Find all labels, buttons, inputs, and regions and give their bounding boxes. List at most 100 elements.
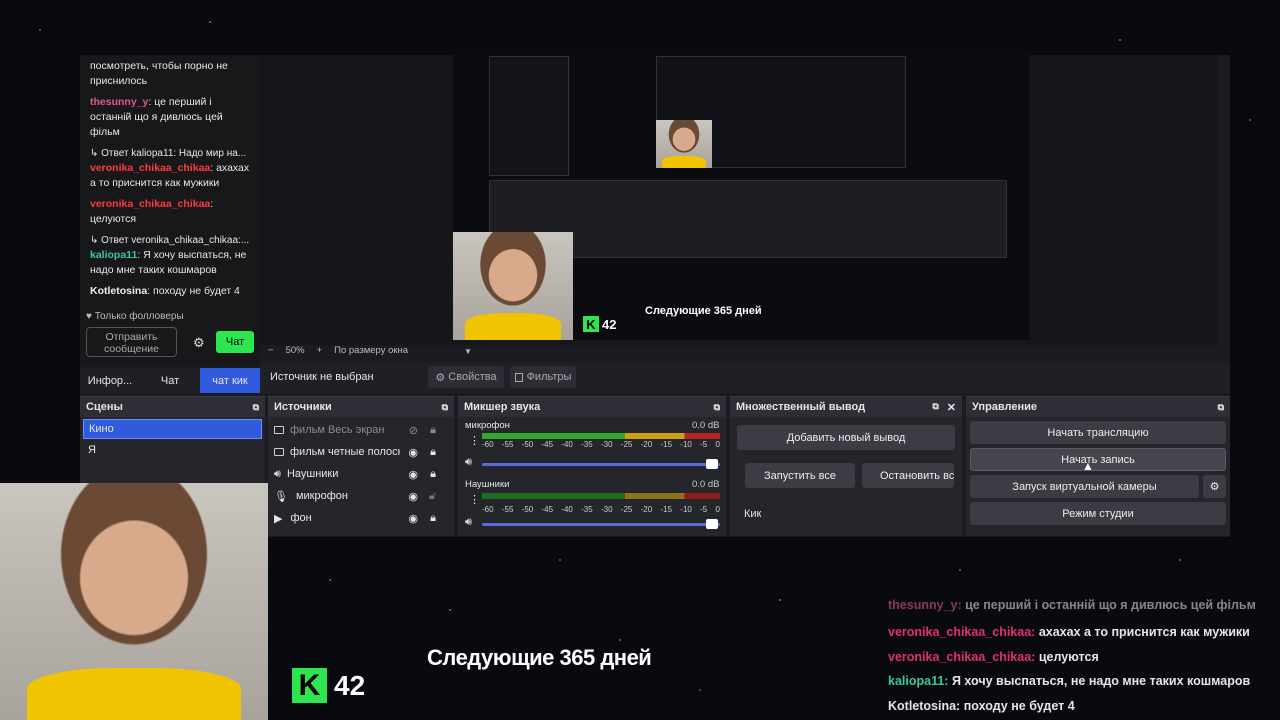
channel-db: 0.0 dB bbox=[692, 420, 720, 431]
fit-select[interactable]: По размеру окна bbox=[334, 345, 408, 356]
start-record-button[interactable]: Начать запись bbox=[970, 448, 1226, 471]
popout-icon[interactable]: ⧉ bbox=[253, 402, 259, 413]
zoom-in-button[interactable]: + bbox=[317, 345, 323, 356]
start-stream-button[interactable]: Начать трансляцию bbox=[970, 421, 1226, 444]
sources-title: Источники bbox=[274, 401, 332, 413]
kick-output-label: Кик bbox=[744, 508, 762, 520]
kick-logo-icon: K bbox=[583, 316, 599, 332]
speaker-icon: 🔊︎ bbox=[274, 467, 281, 480]
preview-kick-counter: K 42 bbox=[583, 316, 616, 332]
channel-name: Наушники bbox=[465, 479, 510, 490]
monitor-icon bbox=[274, 426, 284, 434]
eye-icon[interactable]: ◉ bbox=[408, 512, 418, 525]
channel-db: 0.0 dB bbox=[692, 479, 720, 490]
meter-scale: -60 -55 -50 -45 -40 -35 -30 -25 -20 -15 -10 -5 0 bbox=[482, 440, 720, 449]
chat-message: kaliopa11: Я хочу выспаться, не надо мне… bbox=[90, 249, 247, 276]
scene-item-kino[interactable]: Кино bbox=[83, 419, 262, 439]
lock-icon[interactable]: 🔒︎ bbox=[430, 446, 436, 459]
tab-chat[interactable]: Чат bbox=[140, 368, 200, 393]
audio-meter-headphones bbox=[482, 493, 720, 499]
lock-icon[interactable]: 🔒︎ bbox=[430, 512, 436, 525]
filters-button[interactable]: Фильтры bbox=[510, 366, 576, 388]
stop-all-button[interactable]: Остановить все bbox=[862, 463, 954, 488]
eye-hidden-icon[interactable]: ⊘ bbox=[409, 424, 418, 437]
chat-input[interactable]: Отправить сообщение bbox=[86, 327, 177, 357]
kebab-icon[interactable]: ⋮ bbox=[469, 493, 480, 506]
overlay-chat-line: kaliopa11: Я хочу выспаться, не надо мне… bbox=[888, 674, 1251, 688]
gear-icon[interactable]: ⚙ bbox=[193, 335, 205, 351]
popout-icon[interactable]: ⧉ bbox=[1218, 402, 1224, 413]
tab-kick-chat[interactable]: чат кик bbox=[200, 368, 260, 393]
scene-item-ya[interactable]: Я bbox=[83, 441, 262, 461]
chat-message: thesunny_y: це перший і останній що я ди… bbox=[90, 96, 223, 138]
chevron-down-icon[interactable]: ▼ bbox=[464, 347, 472, 356]
lock-icon[interactable]: 🔒︎ bbox=[430, 424, 436, 437]
audio-meter-mic bbox=[482, 433, 720, 439]
nested-chat-thumbnail bbox=[489, 56, 569, 176]
chat-reply: ↳ Ответ kaliopa11: Надо мир на... bbox=[90, 148, 247, 159]
nested-overlay-chat bbox=[850, 285, 1028, 337]
zoom-out-button[interactable]: − bbox=[268, 345, 274, 356]
volume-slider-headphones[interactable] bbox=[482, 523, 720, 526]
studio-mode-button[interactable]: Режим студии bbox=[970, 502, 1226, 525]
start-all-button[interactable]: Запустить все bbox=[745, 463, 855, 488]
filter-icon bbox=[514, 372, 523, 382]
source-item[interactable]: фильм Весь экран ⊘ 🔒︎ bbox=[268, 419, 454, 441]
virtual-camera-button[interactable]: Запуск виртуальной камеры bbox=[970, 475, 1199, 498]
source-item[interactable]: 🎙︎ микрофон ◉ 🔓︎ bbox=[268, 485, 454, 507]
nested-webcam-thumbnail bbox=[656, 120, 712, 168]
monitor-icon bbox=[274, 448, 284, 456]
mic-icon: 🎙︎ bbox=[274, 490, 288, 503]
source-item[interactable]: фильм четные полоски ◉ 🔒︎ bbox=[268, 441, 454, 463]
multi-output-title: Множественный вывод bbox=[736, 401, 866, 413]
volume-knob[interactable] bbox=[706, 519, 718, 529]
controls-title: Управление bbox=[972, 401, 1038, 413]
channel-name: микрофон bbox=[465, 420, 510, 431]
volume-knob[interactable] bbox=[706, 459, 718, 469]
chat-message: veronika_chikaa_chikaa: целуются bbox=[90, 198, 214, 225]
source-toolbar bbox=[260, 363, 1230, 393]
dock-tabs: Инфор... Чат чат кик bbox=[80, 368, 260, 393]
overlay-chat-line: thesunny_y: це перший і останній що я ди… bbox=[888, 598, 1256, 612]
popout-icon[interactable]: ⧉ bbox=[442, 402, 448, 413]
eye-icon[interactable]: ◉ bbox=[408, 446, 418, 459]
lock-icon[interactable]: 🔒︎ bbox=[430, 468, 436, 481]
chat-reply: ↳ Ответ veronika_chikaa_chikaa:... bbox=[90, 235, 250, 246]
webcam-overlay bbox=[0, 483, 268, 720]
mouse-cursor: ▲ bbox=[1082, 459, 1094, 473]
eye-icon[interactable]: ◉ bbox=[408, 490, 418, 503]
popout-icon[interactable]: ⧉ bbox=[714, 402, 720, 413]
kick-counter-overlay: K 42 bbox=[292, 668, 365, 703]
close-icon[interactable]: ✕ bbox=[947, 401, 956, 414]
overlay-chat-line: veronika_chikaa_chikaa: ахахах а то прис… bbox=[888, 625, 1250, 639]
kick-logo-icon: K bbox=[292, 668, 327, 703]
lock-icon[interactable]: 🔓︎ bbox=[429, 490, 436, 503]
chat-message: посмотреть, чтобы порно не приснилось bbox=[90, 60, 228, 87]
scenes-title: Сцены bbox=[86, 401, 123, 413]
volume-slider-mic[interactable] bbox=[482, 463, 720, 466]
sources-panel: Источники ⧉ фильм Весь экран ⊘ 🔒︎ фильм чет… bbox=[268, 396, 454, 536]
speaker-icon[interactable]: 🔊︎ bbox=[465, 456, 472, 469]
tab-info[interactable]: Инфор... bbox=[80, 368, 140, 393]
zoom-level: 50% bbox=[285, 345, 305, 356]
add-output-button[interactable]: Добавить новый вывод bbox=[737, 425, 955, 450]
eye-icon[interactable]: ◉ bbox=[408, 468, 418, 481]
virtual-camera-settings-button[interactable]: ⚙ bbox=[1203, 475, 1226, 498]
source-item[interactable]: 🔊︎ Наушники ◉ 🔒︎ bbox=[268, 463, 454, 485]
no-source-label: Источник не выбран bbox=[270, 371, 374, 383]
overlay-chat-line: Kotletosina: походу не будет 4 bbox=[888, 699, 1075, 713]
gear-icon: ⚙ bbox=[435, 371, 446, 384]
kebab-icon[interactable]: ⋮ bbox=[469, 434, 480, 447]
mixer-title: Микшер звука bbox=[464, 401, 541, 413]
chat-send-button[interactable]: Чат bbox=[216, 331, 254, 353]
meter-scale: -60 -55 -50 -45 -40 -35 -30 -25 -20 -15 -10 -5 0 bbox=[482, 505, 720, 514]
preview-webcam bbox=[453, 232, 573, 340]
popout-icon[interactable]: ⧉ bbox=[932, 401, 938, 414]
properties-button[interactable]: ⚙ Свойства bbox=[428, 366, 504, 388]
speaker-icon[interactable]: 🔊︎ bbox=[465, 516, 472, 529]
preview-caption: Следующие 365 дней bbox=[645, 305, 762, 317]
scenes-panel: Сцены ⧉ Кино Я bbox=[80, 396, 265, 486]
movie-caption: Следующие 365 дней bbox=[427, 645, 652, 670]
play-icon: ▶ bbox=[274, 512, 283, 525]
source-item[interactable]: ▶ фон ◉ 🔒︎ bbox=[268, 507, 454, 529]
